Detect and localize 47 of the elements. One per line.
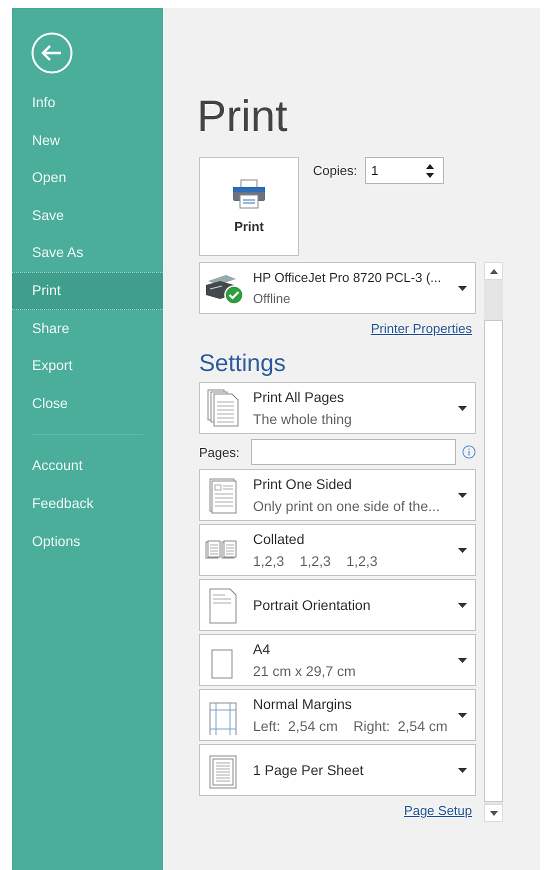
setting-title: Portrait Orientation [253,597,372,613]
copies-label: Copies: [313,163,358,178]
settings-heading: Settings [199,350,287,378]
setting-title: A4 [253,641,272,657]
caret-icon [458,768,467,772]
setting-dropdown[interactable]: Collated 1,2,3 1,2,3 1,2,3 [199,524,476,576]
down-arrow-icon [490,810,498,816]
setting-dropdown[interactable]: 1 Page Per Sheet [199,744,476,796]
caret-icon [458,712,467,718]
setting-title: Collated [253,531,306,547]
setting-subtitle: 1,2,3 1,2,3 1,2,3 [253,553,379,569]
setting-title: Print One Sided [253,476,353,492]
printer-name: HP OfficeJet Pro 8720 PCL-3 (... [253,270,442,285]
printer-icon [232,179,266,209]
caret-icon [458,602,467,608]
spinner-arrows-icon[interactable] [425,162,436,178]
printer-properties-link[interactable]: Printer Properties [370,321,472,336]
setting-subtitle: 21 cm x 29,7 cm [253,663,357,679]
setting-subtitle: Left: 2,54 cm Right: 2,54 cm [253,718,449,734]
caret-icon [458,658,467,662]
setting-title: Normal Margins [253,696,353,712]
setting-dropdown[interactable]: Portrait Orientation [199,579,476,631]
up-arrow-icon [490,268,498,274]
print-button[interactable]: Print [199,157,299,256]
printer-status: Offline [253,291,292,306]
setting-dropdown[interactable]: Print All Pages The whole thing [199,382,476,434]
caret-icon [458,492,467,498]
printer-dropdown[interactable]: HP OfficeJet Pro 8720 PCL-3 (... Offline [199,262,476,314]
scroll-down-button[interactable] [484,804,503,822]
setting-dropdown[interactable]: A4 21 cm x 29,7 cm [199,634,476,686]
setting-title: Print All Pages [253,389,346,405]
pages-label: Pages: [199,444,240,460]
caret-icon [458,286,467,290]
pages-input-field[interactable] [251,439,456,465]
copies-spinner[interactable]: 1 [365,157,444,184]
setting-subtitle: Only print on one side of the... [253,498,441,514]
page-title: Print [197,92,288,142]
caret-icon [458,548,467,552]
info-icon[interactable] [462,445,476,459]
setting-dropdown[interactable]: Normal Margins Left: 2,54 cm Right: 2,54 cm [199,689,476,741]
setting-subtitle: The whole thing [253,411,353,427]
back-icon[interactable] [31,32,73,74]
setting-title: 1 Page Per Sheet [253,762,365,778]
scroll-up-button[interactable] [484,262,503,280]
caret-icon [458,406,467,410]
setting-dropdown[interactable]: Print One Sided Only print on one side of the... [199,469,476,521]
page-setup-link[interactable]: Page Setup [404,803,472,818]
